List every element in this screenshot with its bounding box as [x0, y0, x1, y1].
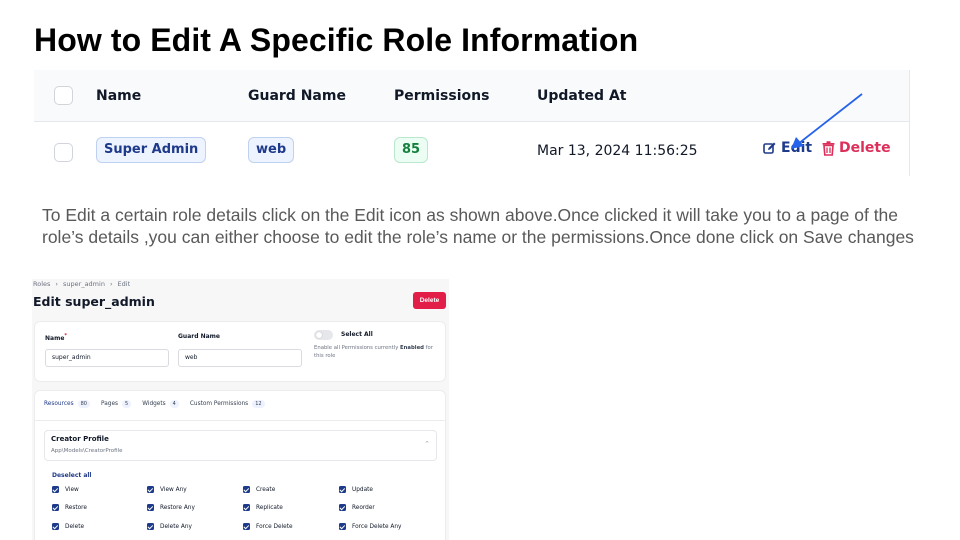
slide-title: How to Edit A Specific Role Information — [34, 22, 639, 58]
checkbox-checked-icon[interactable] — [147, 523, 154, 530]
permission-checkbox[interactable]: View Any — [147, 486, 187, 493]
tab-pages[interactable]: Pages 5 — [101, 400, 132, 408]
permission-checkbox[interactable]: Replicate — [243, 504, 283, 511]
chevron-right-icon: › — [109, 280, 113, 288]
checkbox-checked-icon[interactable] — [339, 504, 346, 511]
section-title: Creator Profile — [51, 435, 109, 443]
permission-label: View Any — [160, 486, 187, 493]
permission-checkbox[interactable]: Create — [243, 486, 275, 493]
permission-checkbox[interactable]: Reorder — [339, 504, 375, 511]
permission-tabs: Resources 80 Pages 5 Widgets 4 Custom Permi… — [44, 400, 265, 408]
permission-checkbox[interactable]: View — [52, 486, 79, 493]
section-subtitle: App\Models\CreatorProfile — [51, 448, 123, 454]
row-checkbox[interactable] — [54, 143, 73, 162]
table-row: Super Admin web 85 Mar 13, 2024 11:56:25… — [34, 122, 910, 176]
instructions-text: To Edit a certain role details click on … — [42, 205, 914, 247]
page-title: Edit super_admin — [33, 294, 155, 309]
breadcrumb-role[interactable]: super_admin — [63, 280, 105, 288]
permissions-count-badge: 85 — [394, 137, 429, 163]
permission-label: Reorder — [352, 504, 375, 511]
breadcrumb-roles[interactable]: Roles — [33, 280, 50, 288]
permission-label: Delete — [65, 523, 85, 530]
tab-custom-permissions[interactable]: Custom Permissions 12 — [190, 400, 265, 408]
tab-count: 80 — [77, 400, 90, 408]
tabs-divider — [35, 420, 445, 421]
permission-label: View — [65, 486, 79, 493]
guard-field-label: Guard Name — [178, 333, 220, 340]
permission-label: Update — [352, 486, 373, 493]
edit-icon — [763, 141, 777, 155]
name-field-label: Name* — [45, 333, 68, 342]
permission-label: Replicate — [256, 504, 283, 511]
select-all-toggle[interactable] — [314, 330, 333, 340]
tab-count: 5 — [122, 400, 132, 408]
checkbox-checked-icon[interactable] — [147, 486, 154, 493]
column-header-updated-at[interactable]: Updated At — [537, 88, 626, 104]
breadcrumb: Roles › super_admin › Edit — [33, 280, 130, 288]
column-header-permissions[interactable]: Permissions — [394, 88, 489, 104]
checkbox-checked-icon[interactable] — [52, 486, 59, 493]
table-header: Name Guard Name Permissions Updated At — [34, 70, 910, 122]
permission-checkbox[interactable]: Force Delete — [243, 523, 293, 530]
checkbox-checked-icon[interactable] — [52, 504, 59, 511]
permission-label: Force Delete Any — [352, 523, 402, 530]
tab-count: 4 — [169, 400, 179, 408]
permission-label: Create — [256, 486, 276, 493]
checkbox-checked-icon[interactable] — [147, 504, 154, 511]
permission-label: Restore Any — [160, 504, 195, 511]
creator-profile-section[interactable]: Creator Profile App\Models\CreatorProfil… — [44, 430, 437, 461]
column-header-name[interactable]: Name — [96, 88, 141, 104]
checkbox-checked-icon[interactable] — [339, 523, 346, 530]
permission-checkbox[interactable]: Update — [339, 486, 373, 493]
edit-role-screenshot: Roles › super_admin › Edit Edit super_ad… — [32, 279, 449, 540]
tab-count: 12 — [252, 400, 265, 408]
permissions-card: Resources 80 Pages 5 Widgets 4 Custom Permi… — [35, 391, 445, 540]
chevron-up-icon[interactable]: ⌃ — [424, 440, 430, 448]
delete-role-button[interactable]: Delete — [413, 292, 446, 309]
tab-resources[interactable]: Resources 80 — [44, 400, 90, 408]
checkbox-checked-icon[interactable] — [339, 486, 346, 493]
permission-label: Delete Any — [160, 523, 192, 530]
checkbox-checked-icon[interactable] — [243, 523, 250, 530]
breadcrumb-edit: Edit — [117, 280, 131, 288]
permission-checkbox[interactable]: Force Delete Any — [339, 523, 402, 530]
column-header-guard-name[interactable]: Guard Name — [248, 88, 346, 104]
permission-checkbox[interactable]: Delete Any — [147, 523, 192, 530]
select-all-checkbox[interactable] — [54, 86, 73, 105]
permission-checkbox[interactable]: Restore — [52, 504, 87, 511]
role-name-badge: Super Admin — [96, 137, 207, 163]
guard-name-input[interactable]: web — [178, 349, 302, 367]
checkbox-checked-icon[interactable] — [52, 523, 59, 530]
guard-name-badge: web — [248, 137, 295, 163]
table-border — [909, 70, 910, 176]
role-details-card: Name* super_admin Guard Name web Select … — [35, 322, 445, 381]
select-all-label: Select All — [341, 331, 373, 338]
select-all-help: Enable all Permissions currently Enabled… — [314, 345, 433, 359]
chevron-right-icon: › — [55, 280, 59, 288]
updated-at-cell: Mar 13, 2024 11:56:25 — [537, 143, 698, 159]
permission-checkbox[interactable]: Delete — [52, 523, 84, 530]
tab-widgets[interactable]: Widgets 4 — [142, 400, 179, 408]
deselect-all-link[interactable]: Deselect all — [52, 472, 92, 479]
pointer-arrow — [791, 93, 863, 149]
permission-checkbox[interactable]: Restore Any — [147, 504, 195, 511]
permission-label: Restore — [65, 504, 87, 511]
roles-table: Name Guard Name Permissions Updated At S… — [34, 70, 910, 176]
checkbox-checked-icon[interactable] — [243, 486, 250, 493]
checkbox-checked-icon[interactable] — [243, 504, 250, 511]
permission-label: Force Delete — [256, 523, 293, 530]
name-input[interactable]: super_admin — [45, 349, 169, 367]
